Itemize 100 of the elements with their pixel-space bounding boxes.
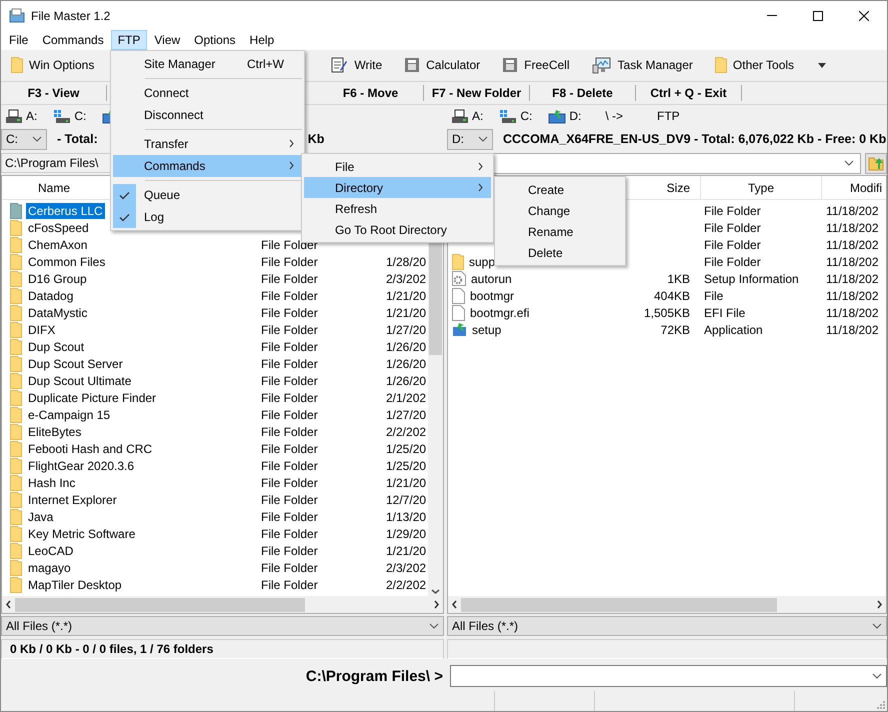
menu-item[interactable]: Options — [187, 30, 243, 50]
drive-button[interactable]: A: — [451, 108, 484, 124]
table-cell-text: File Folder — [703, 204, 762, 218]
table-cell-text: 11/18/202 — [825, 204, 880, 218]
menu-item[interactable]: Commands — [35, 30, 111, 50]
menu-item[interactable]: Create — [497, 179, 623, 200]
drive-button[interactable]: C: — [499, 108, 532, 124]
table-cell-text: 2/1/202 — [385, 390, 428, 405]
up-folder-button[interactable] — [865, 152, 887, 174]
function-key-button[interactable]: Ctrl + Q - Exit — [636, 85, 742, 102]
menu-item[interactable]: File — [2, 30, 36, 50]
file-name[interactable]: Dup Scout Server — [26, 356, 125, 372]
table-cell-text: File Folder — [260, 510, 319, 524]
hard-drive-icon — [499, 108, 518, 124]
file-name[interactable]: EliteBytes — [26, 424, 84, 440]
toolbar-button[interactable]: Calculator — [400, 52, 484, 78]
file-name[interactable]: FlightGear 2020.3.6 — [26, 458, 136, 474]
file-name[interactable]: DIFX — [26, 322, 58, 338]
file-name[interactable]: LeoCAD — [26, 542, 76, 559]
function-key-button[interactable]: F7 - New Folder — [424, 85, 530, 102]
menu-item[interactable]: Transfer — [113, 133, 302, 155]
toolbar-button[interactable]: Other Tools — [710, 52, 830, 78]
menu-item[interactable]: FTP — [110, 30, 148, 50]
file-name[interactable]: DataMystic — [26, 304, 90, 321]
menu-item[interactable]: Connect — [113, 82, 302, 104]
file-name[interactable]: setup — [470, 322, 504, 338]
command-field[interactable] — [450, 665, 887, 688]
file-name[interactable]: ChemAxon — [26, 236, 90, 253]
toolbar-button[interactable]: Task Manager — [588, 52, 697, 78]
file-name[interactable]: Febooti Hash and CRC — [26, 440, 154, 457]
file-name[interactable]: MapTiler Desktop — [26, 576, 124, 593]
drive-button[interactable]: A: — [5, 108, 38, 124]
menu-item[interactable]: Queue — [113, 184, 302, 206]
file-name[interactable]: e-Campaign 15 — [26, 406, 112, 423]
file-name[interactable]: Dup Scout — [26, 338, 86, 355]
toolbar-button[interactable]: FreeCell — [498, 52, 574, 78]
menu-item[interactable]: Directory — [304, 177, 491, 198]
horizontal-scrollbar[interactable] — [2, 596, 443, 614]
folder-icon — [10, 202, 22, 219]
file-name[interactable]: supp — [467, 254, 498, 270]
file-name[interactable]: bootmgr.efi — [468, 304, 532, 321]
file-name[interactable]: Internet Explorer — [26, 492, 119, 508]
menu-item[interactable]: View — [147, 30, 188, 50]
horizontal-scrollbar[interactable] — [448, 596, 886, 614]
drive-link[interactable]: \ -> — [605, 109, 624, 124]
drive-button[interactable]: C: — [53, 108, 86, 124]
table-cell-text: 2/3/202 — [385, 560, 428, 575]
table-cell-text: 2/2/202 — [385, 578, 428, 592]
table-cell-text: 1/26/20 — [385, 374, 428, 388]
file-name[interactable]: bootmgr — [468, 288, 516, 304]
file-name[interactable]: D16 Group — [26, 270, 89, 287]
column-header[interactable]: Type — [700, 176, 822, 200]
file-name[interactable]: Datadog — [26, 288, 76, 304]
drive-link[interactable]: FTP — [657, 109, 680, 124]
menu-item[interactable]: Change — [497, 200, 623, 221]
table-cell-text: File Folder — [260, 254, 319, 269]
filter-dropdown[interactable]: All Files (*.*) — [447, 616, 887, 636]
menu-item[interactable]: Refresh — [304, 198, 491, 219]
file-name[interactable]: Java — [26, 508, 56, 525]
file-name[interactable]: Duplicate Picture Finder — [26, 390, 158, 406]
column-header[interactable]: Modifi — [822, 181, 882, 196]
menu-item[interactable]: File — [304, 156, 491, 177]
file-name[interactable]: autorun — [469, 270, 514, 287]
menu-item[interactable]: Help — [242, 30, 282, 50]
folder-icon — [10, 338, 22, 355]
calculator-icon — [502, 57, 518, 74]
resize-grip-icon[interactable] — [877, 700, 885, 709]
drive-dropdown[interactable]: D: — [447, 128, 493, 150]
caret-icon — [818, 62, 826, 68]
drive-button[interactable]: D: — [548, 108, 582, 124]
menu-item[interactable]: Delete — [497, 242, 623, 263]
menu-item[interactable]: Disconnect — [113, 104, 302, 126]
menu-item[interactable]: Log — [113, 206, 302, 228]
drive-dropdown[interactable]: C: — [1, 128, 47, 150]
floppy-drive-icon — [451, 108, 469, 124]
file-name[interactable]: Cerberus LLC — [26, 202, 105, 219]
table-cell-text: 1/26/20 — [385, 340, 428, 354]
function-key-button[interactable]: F8 - Delete — [530, 85, 636, 102]
file-name[interactable]: Key Metric Software — [26, 526, 138, 542]
drive-info: CCCOMA_X64FRE_EN-US_DV9 - Total: 6,076,022 Kb - Free: 0 Kb — [503, 132, 886, 146]
file-name[interactable]: Dup Scout Ultimate — [26, 372, 134, 389]
function-key-button[interactable]: F3 - View — [1, 85, 107, 102]
chevron-icon — [877, 600, 882, 610]
file-name[interactable]: Hash Inc — [26, 474, 78, 491]
folder-icon — [10, 288, 22, 304]
table-cell-text: File Folder — [260, 306, 319, 320]
file-name[interactable]: Common Files — [26, 254, 108, 270]
menu-item[interactable]: Commands — [113, 155, 302, 177]
toolbar-button[interactable]: Write — [326, 52, 386, 78]
menu-item[interactable]: Go To Root Directory — [304, 219, 491, 240]
checkmark-icon — [119, 190, 130, 200]
table-cell-text: 1/21/20 — [385, 306, 428, 320]
column-header[interactable]: Size — [640, 181, 692, 196]
file-name[interactable]: magayo — [26, 560, 73, 576]
function-key-button[interactable]: F6 - Move — [318, 85, 424, 102]
filter-dropdown[interactable]: All Files (*.*) — [1, 616, 444, 636]
folder-icon — [10, 560, 22, 576]
file-name[interactable]: cFosSpeed — [26, 220, 91, 236]
menu-item[interactable]: Rename — [497, 221, 623, 242]
table-cell-text: File Folder — [260, 476, 319, 490]
